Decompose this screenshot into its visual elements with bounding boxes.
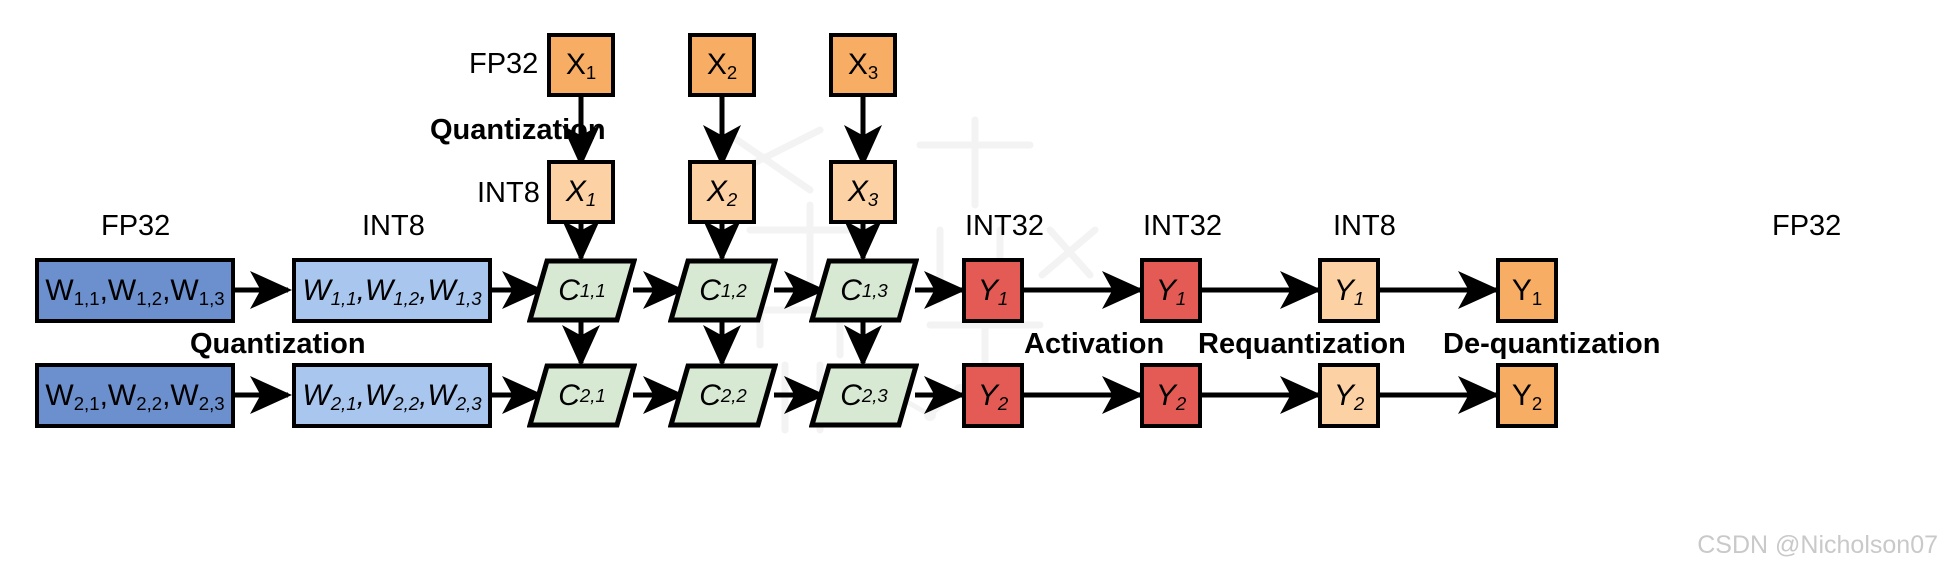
weight-box-int8-row2-label: W2,1,W2,2,W2,3	[302, 378, 482, 414]
label-op-dequantization: De-quantization	[1443, 328, 1661, 360]
output-box-int8-y2: Y2	[1318, 363, 1380, 428]
weight-box-int8-row2: W2,1,W2,2,W2,3	[292, 363, 492, 428]
input-box-fp32-x3-label: X3	[847, 48, 879, 84]
label-precision-output-int8: INT8	[1333, 210, 1396, 242]
diagram-canvas: FP32 INT8 FP32 INT8 INT32 INT32 INT8 FP3…	[0, 0, 1960, 574]
accumulator-c11: C 1,1	[527, 258, 637, 323]
label-op-activation: Activation	[1024, 328, 1165, 360]
label-op-quantization-weights: Quantization	[190, 328, 366, 360]
input-box-fp32-x3: X3	[829, 33, 897, 97]
accumulator-c21: C 2,1	[527, 363, 637, 428]
weight-box-int8-row1-label: W1,1,W1,2,W1,3	[302, 273, 482, 309]
label-precision-output-int32-b: INT32	[1143, 210, 1222, 242]
output-box-fp32-y1: Y1	[1496, 258, 1558, 323]
input-box-int8-x1: X1	[547, 160, 615, 224]
input-box-int8-x1-label: X1	[565, 175, 597, 211]
label-precision-inputs-int8: INT8	[477, 177, 540, 209]
output-box-int8-y2-label: Y2	[1333, 378, 1365, 414]
input-box-int8-x2-label: X2	[706, 175, 738, 211]
output-box-int32-y2-b-label: Y2	[1155, 378, 1187, 414]
label-precision-weights-fp32: FP32	[101, 210, 171, 242]
accumulator-c22: C 2,2	[668, 363, 778, 428]
weight-box-fp32-row1: W1,1,W1,2,W1,3	[35, 258, 235, 323]
output-box-fp32-y2-label: Y2	[1511, 378, 1543, 414]
output-box-int32-y2-a: Y2	[962, 363, 1024, 428]
input-box-fp32-x2: X2	[688, 33, 756, 97]
label-op-requantization: Requantization	[1198, 328, 1406, 360]
label-precision-output-fp32: FP32	[1772, 210, 1842, 242]
output-box-int32-y1-a: Y1	[962, 258, 1024, 323]
output-box-fp32-y2: Y2	[1496, 363, 1558, 428]
input-box-int8-x3: X3	[829, 160, 897, 224]
weight-box-fp32-row1-label: W1,1,W1,2,W1,3	[45, 273, 225, 309]
accumulator-c12: C 1,2	[668, 258, 778, 323]
accumulator-c23: C 2,3	[809, 363, 919, 428]
weight-box-int8-row1: W1,1,W1,2,W1,3	[292, 258, 492, 323]
output-box-int32-y1-b: Y1	[1140, 258, 1202, 323]
output-box-int8-y1-label: Y1	[1333, 273, 1365, 309]
weight-box-fp32-row2-label: W2,1,W2,2,W2,3	[45, 378, 225, 414]
input-box-fp32-x1-label: X1	[565, 48, 597, 84]
credit-watermark: CSDN @Nicholson07	[1697, 531, 1938, 559]
weight-box-fp32-row2: W2,1,W2,2,W2,3	[35, 363, 235, 428]
label-op-quantization-inputs: Quantization	[430, 114, 606, 146]
label-precision-weights-int8: INT8	[362, 210, 425, 242]
output-box-int32-y2-b: Y2	[1140, 363, 1202, 428]
accumulator-c13: C 1,3	[809, 258, 919, 323]
output-box-int8-y1: Y1	[1318, 258, 1380, 323]
input-box-int8-x2: X2	[688, 160, 756, 224]
input-box-fp32-x2-label: X2	[706, 48, 738, 84]
input-box-int8-x3-label: X3	[847, 175, 879, 211]
input-box-fp32-x1: X1	[547, 33, 615, 97]
label-precision-output-int32-a: INT32	[965, 210, 1044, 242]
output-box-int32-y1-b-label: Y1	[1155, 273, 1187, 309]
output-box-int32-y2-a-label: Y2	[977, 378, 1009, 414]
output-box-int32-y1-a-label: Y1	[977, 273, 1009, 309]
label-precision-inputs-fp32: FP32	[469, 48, 539, 80]
output-box-fp32-y1-label: Y1	[1511, 273, 1543, 309]
